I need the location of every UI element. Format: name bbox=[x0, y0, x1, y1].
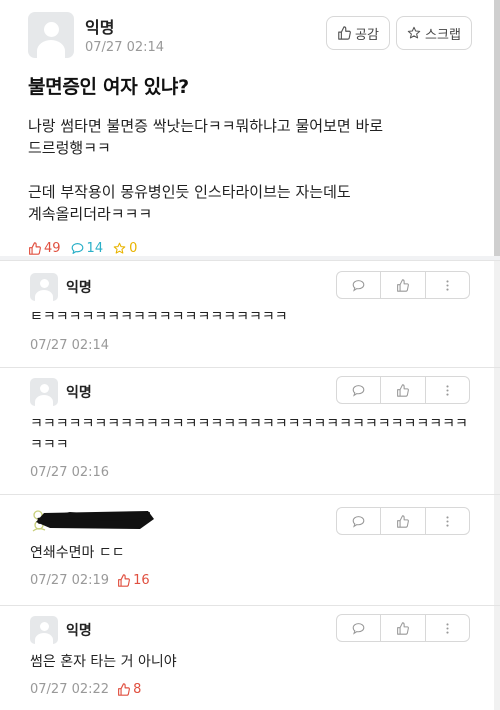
avatar bbox=[30, 616, 58, 644]
post-title: 불면증인 여자 있냐? bbox=[28, 76, 189, 98]
comment-author: 익명 bbox=[66, 280, 92, 296]
comment-text: ㅌㅋㅋㅋㅋㅋㅋㅋㅋㅋㅋㅋㅋㅋㅋㅋㅋㅋㅋㅋ bbox=[30, 309, 288, 325]
comment-like-value: 16 bbox=[133, 573, 150, 588]
scrap-button-label: 스크랩 bbox=[425, 27, 461, 43]
more-button[interactable] bbox=[426, 615, 469, 641]
post-time: 07/27 02:14 bbox=[85, 40, 165, 55]
speech-bubble-icon bbox=[71, 243, 83, 254]
speech-bubble-icon bbox=[352, 384, 365, 397]
thumbs-up-icon bbox=[118, 683, 131, 696]
vertical-dots-icon bbox=[446, 515, 449, 527]
comment-meta: 07/27 02:16 bbox=[30, 465, 109, 480]
scrap-button[interactable]: 스크랩 bbox=[396, 16, 472, 50]
comment-like-button[interactable] bbox=[381, 508, 426, 534]
comment-count: 14 bbox=[71, 241, 104, 256]
thumbs-up-icon bbox=[397, 383, 410, 397]
thumbs-up-icon bbox=[118, 574, 131, 587]
comment-like-button[interactable] bbox=[381, 272, 426, 298]
comment-like-button[interactable] bbox=[381, 377, 426, 403]
comment-actions bbox=[336, 271, 470, 299]
comment-item: 익명 ㅋㅋㅋㅋㅋㅋㅋㅋㅋㅋㅋㅋㅋㅋㅋㅋㅋㅋㅋㅋㅋㅋㅋㅋㅋㅋㅋㅋㅋㅋㅋㅋㅋㅋㅋㅋㅋ… bbox=[0, 368, 494, 494]
comment-time: 07/27 02:22 bbox=[30, 682, 110, 697]
reply-button[interactable] bbox=[337, 272, 382, 298]
comment-actions bbox=[336, 507, 470, 535]
comment-text: ㅋㅋㅋㅋㅋㅋㅋㅋㅋㅋㅋㅋㅋㅋㅋㅋㅋㅋㅋㅋㅋㅋㅋㅋㅋㅋㅋㅋㅋㅋㅋㅋㅋㅋㅋㅋㅋ bbox=[30, 416, 468, 453]
comment-author: 익명 bbox=[66, 623, 92, 639]
comment-like-value: 8 bbox=[133, 682, 142, 697]
post-header: 익명 07/27 02:14 공감 스크랩 bbox=[28, 8, 472, 60]
post-body-line: 나랑 썸타면 불면증 싹낫는다ㅋㅋ뭐하냐고 물어보면 바로 bbox=[28, 117, 384, 135]
like-button[interactable]: 공감 bbox=[326, 16, 390, 50]
comment-meta: 07/27 02:22 8 bbox=[30, 682, 141, 697]
comment-item: 연쇄수면마 ㄷㄷ 07/27 02:19 16 bbox=[0, 495, 494, 605]
post-body-line: 계속올리더라ㅋㅋㅋ bbox=[28, 205, 153, 223]
reply-button[interactable] bbox=[337, 615, 382, 641]
scrap-count-value: 0 bbox=[129, 241, 138, 256]
speech-bubble-icon bbox=[352, 622, 365, 635]
comment-meta: 07/27 02:14 bbox=[30, 338, 109, 353]
post-stats: 49 14 0 bbox=[28, 241, 466, 256]
thumbs-up-icon bbox=[338, 26, 351, 40]
comment-time: 07/27 02:14 bbox=[30, 338, 110, 353]
speech-bubble-icon bbox=[352, 515, 365, 528]
post-body-line: 근데 부작용이 몽유병인듯 인스타라이브는 자는데도 bbox=[28, 183, 351, 201]
comment-author: 익명 bbox=[66, 385, 92, 401]
post-author: 익명 bbox=[85, 18, 115, 37]
comment-like-button[interactable] bbox=[381, 615, 426, 641]
scrollbar-thumb[interactable] bbox=[494, 0, 500, 258]
post-body-line: 드르렁행ㅋㅋ bbox=[28, 139, 111, 157]
comment-text: 연쇄수면마 ㄷㄷ bbox=[30, 545, 125, 561]
comment-text: 썸은 혼자 타는 거 아니야 bbox=[30, 654, 177, 670]
comment-like-count: 16 bbox=[117, 573, 150, 588]
more-button[interactable] bbox=[426, 272, 469, 298]
comment-actions bbox=[336, 376, 470, 404]
like-button-label: 공감 bbox=[355, 27, 379, 43]
thumbs-up-icon bbox=[397, 514, 410, 528]
post-body: 나랑 썸타면 불면증 싹낫는다ㅋㅋ뭐하냐고 물어보면 바로 드르렁행ㅋㅋ 근데 … bbox=[28, 115, 466, 225]
avatar bbox=[28, 12, 74, 58]
comment-like-count: 8 bbox=[117, 682, 141, 697]
comment-time: 07/27 02:19 bbox=[30, 573, 110, 588]
avatar bbox=[30, 273, 58, 301]
like-count-value: 49 bbox=[44, 241, 61, 256]
more-button[interactable] bbox=[426, 377, 469, 403]
post: 익명 07/27 02:14 공감 스크랩 불면증인 여자 있냐? 나랑 썸타면… bbox=[0, 0, 494, 256]
comment-actions bbox=[336, 614, 470, 642]
like-count: 49 bbox=[28, 241, 61, 256]
redaction-mark bbox=[36, 511, 154, 529]
comment-time: 07/27 02:16 bbox=[30, 465, 110, 480]
vertical-dots-icon bbox=[446, 622, 449, 634]
scrollbar[interactable] bbox=[494, 0, 500, 710]
avatar bbox=[30, 378, 58, 406]
speech-bubble-icon bbox=[352, 279, 365, 292]
comment-item: 익명 ㅌㅋㅋㅋㅋㅋㅋㅋㅋㅋㅋㅋㅋㅋㅋㅋㅋㅋㅋㅋ 07/27 02:14 bbox=[0, 261, 494, 367]
vertical-dots-icon bbox=[446, 384, 449, 396]
reply-button[interactable] bbox=[337, 508, 382, 534]
comment-meta: 07/27 02:19 16 bbox=[30, 573, 150, 588]
star-icon bbox=[407, 26, 421, 39]
thumbs-up-icon bbox=[397, 621, 410, 635]
comment-item: 익명 썸은 혼자 타는 거 아니야 07/27 02:22 8 bbox=[0, 606, 494, 710]
more-button[interactable] bbox=[426, 508, 469, 534]
scrap-count: 0 bbox=[113, 241, 137, 256]
comment-count-value: 14 bbox=[86, 241, 104, 256]
thumbs-up-icon bbox=[397, 278, 410, 292]
thumbs-up-icon bbox=[29, 242, 41, 255]
reply-button[interactable] bbox=[337, 377, 382, 403]
star-icon bbox=[113, 242, 126, 254]
vertical-dots-icon bbox=[446, 279, 449, 291]
